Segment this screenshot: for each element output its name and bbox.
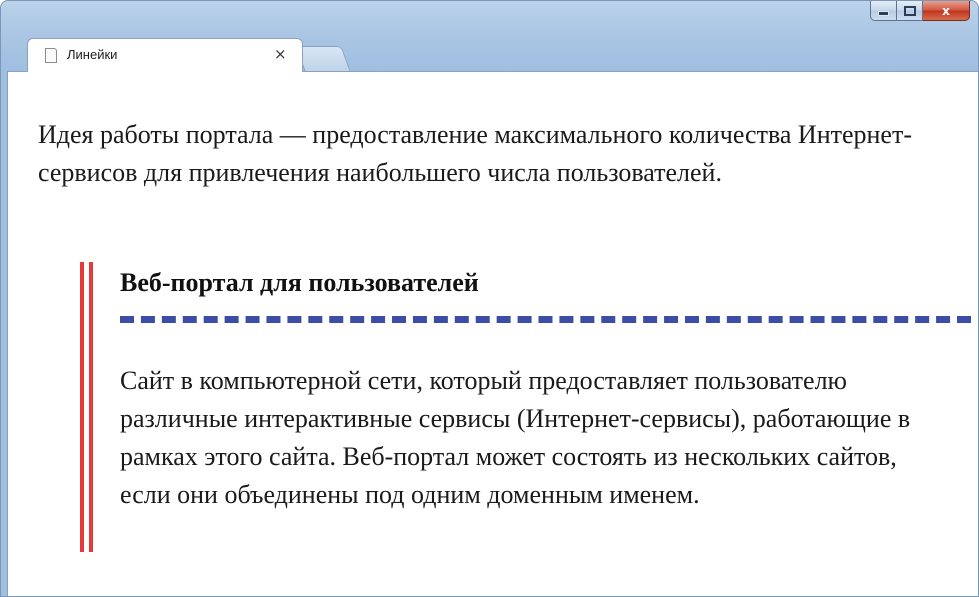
page-icon [45,48,57,63]
blockquote: Веб-портал для пользователей Сайт в комп… [80,262,978,552]
browser-window: x Линейки × Идея работы портала — предос… [0,0,979,597]
left-double-rule-inner [89,262,93,552]
tab-active[interactable]: Линейки × [27,38,303,72]
blockquote-body: Сайт в компьютерной сети, который предос… [120,366,911,509]
new-tab-button[interactable] [295,46,351,71]
maximize-icon [903,5,916,16]
minimize-icon [878,11,889,16]
window-caption-controls: x [870,1,970,22]
dotted-divider [120,316,971,323]
page-content: Идея работы портала — предоставление мак… [7,71,978,596]
tab-close-button[interactable]: × [274,45,287,63]
maximize-button[interactable] [897,1,923,21]
close-icon: x [942,3,950,18]
close-window-button[interactable]: x [923,1,970,21]
minimize-button[interactable] [870,1,897,21]
intro-paragraph: Идея работы портала — предоставление мак… [38,120,912,187]
tab-strip: Линейки × [1,38,978,72]
blockquote-heading: Веб-портал для пользователей [120,268,479,297]
tab-title: Линейки [67,47,118,62]
left-double-rule-outer [80,262,84,552]
